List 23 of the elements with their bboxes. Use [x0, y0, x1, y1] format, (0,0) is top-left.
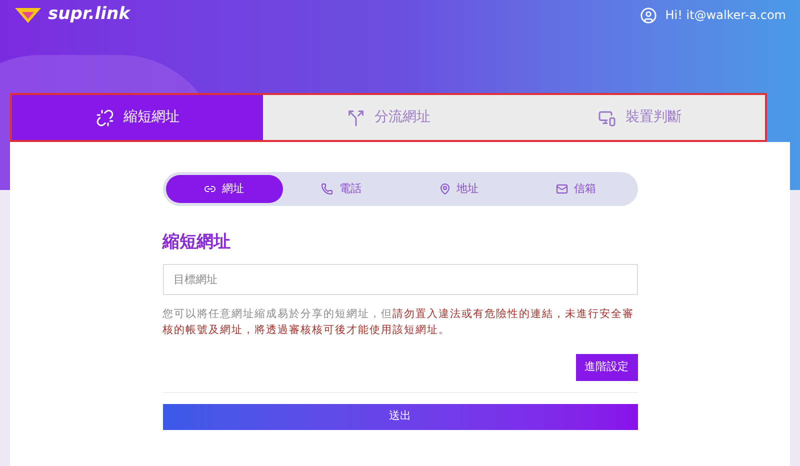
greeting-text: Hi! it@walker-a.com [665, 7, 786, 24]
form-heading: 縮短網址 [162, 231, 232, 254]
segment-tab[interactable]: 網址 [166, 175, 283, 203]
advanced-settings-button[interactable]: 進階設定 [576, 354, 638, 380]
notice-text: 您可以將任意網址縮成易於分享的短網址，但請勿置入違法或有危險性的連結，未進行安全審核的帳號及網址，將透過審核核可後才能使用該短網址。 [162, 306, 635, 338]
devices-icon [598, 108, 616, 126]
broken-link-icon [96, 108, 114, 126]
logo-text: supr.link [48, 3, 130, 26]
link-icon [204, 183, 216, 195]
logo-icon [14, 6, 42, 24]
mode-tab[interactable]: 分流網址 [263, 95, 514, 140]
map-pin-icon [438, 183, 451, 195]
segment-tab[interactable]: 地址 [400, 175, 518, 203]
segment-tab[interactable]: 信箱 [517, 175, 634, 203]
segment-tab[interactable]: 電話 [282, 175, 400, 203]
mode-tab[interactable]: 縮短網址 [12, 95, 263, 140]
user-icon[interactable] [640, 6, 658, 24]
mode-tab[interactable]: 裝置判斷 [514, 95, 765, 140]
phone-icon [321, 183, 334, 195]
submit-button[interactable]: 送出 [162, 404, 638, 430]
mail-icon [556, 183, 568, 195]
split-arrow-icon [346, 108, 364, 126]
url-input-field[interactable]: 目標網址 [162, 264, 638, 294]
